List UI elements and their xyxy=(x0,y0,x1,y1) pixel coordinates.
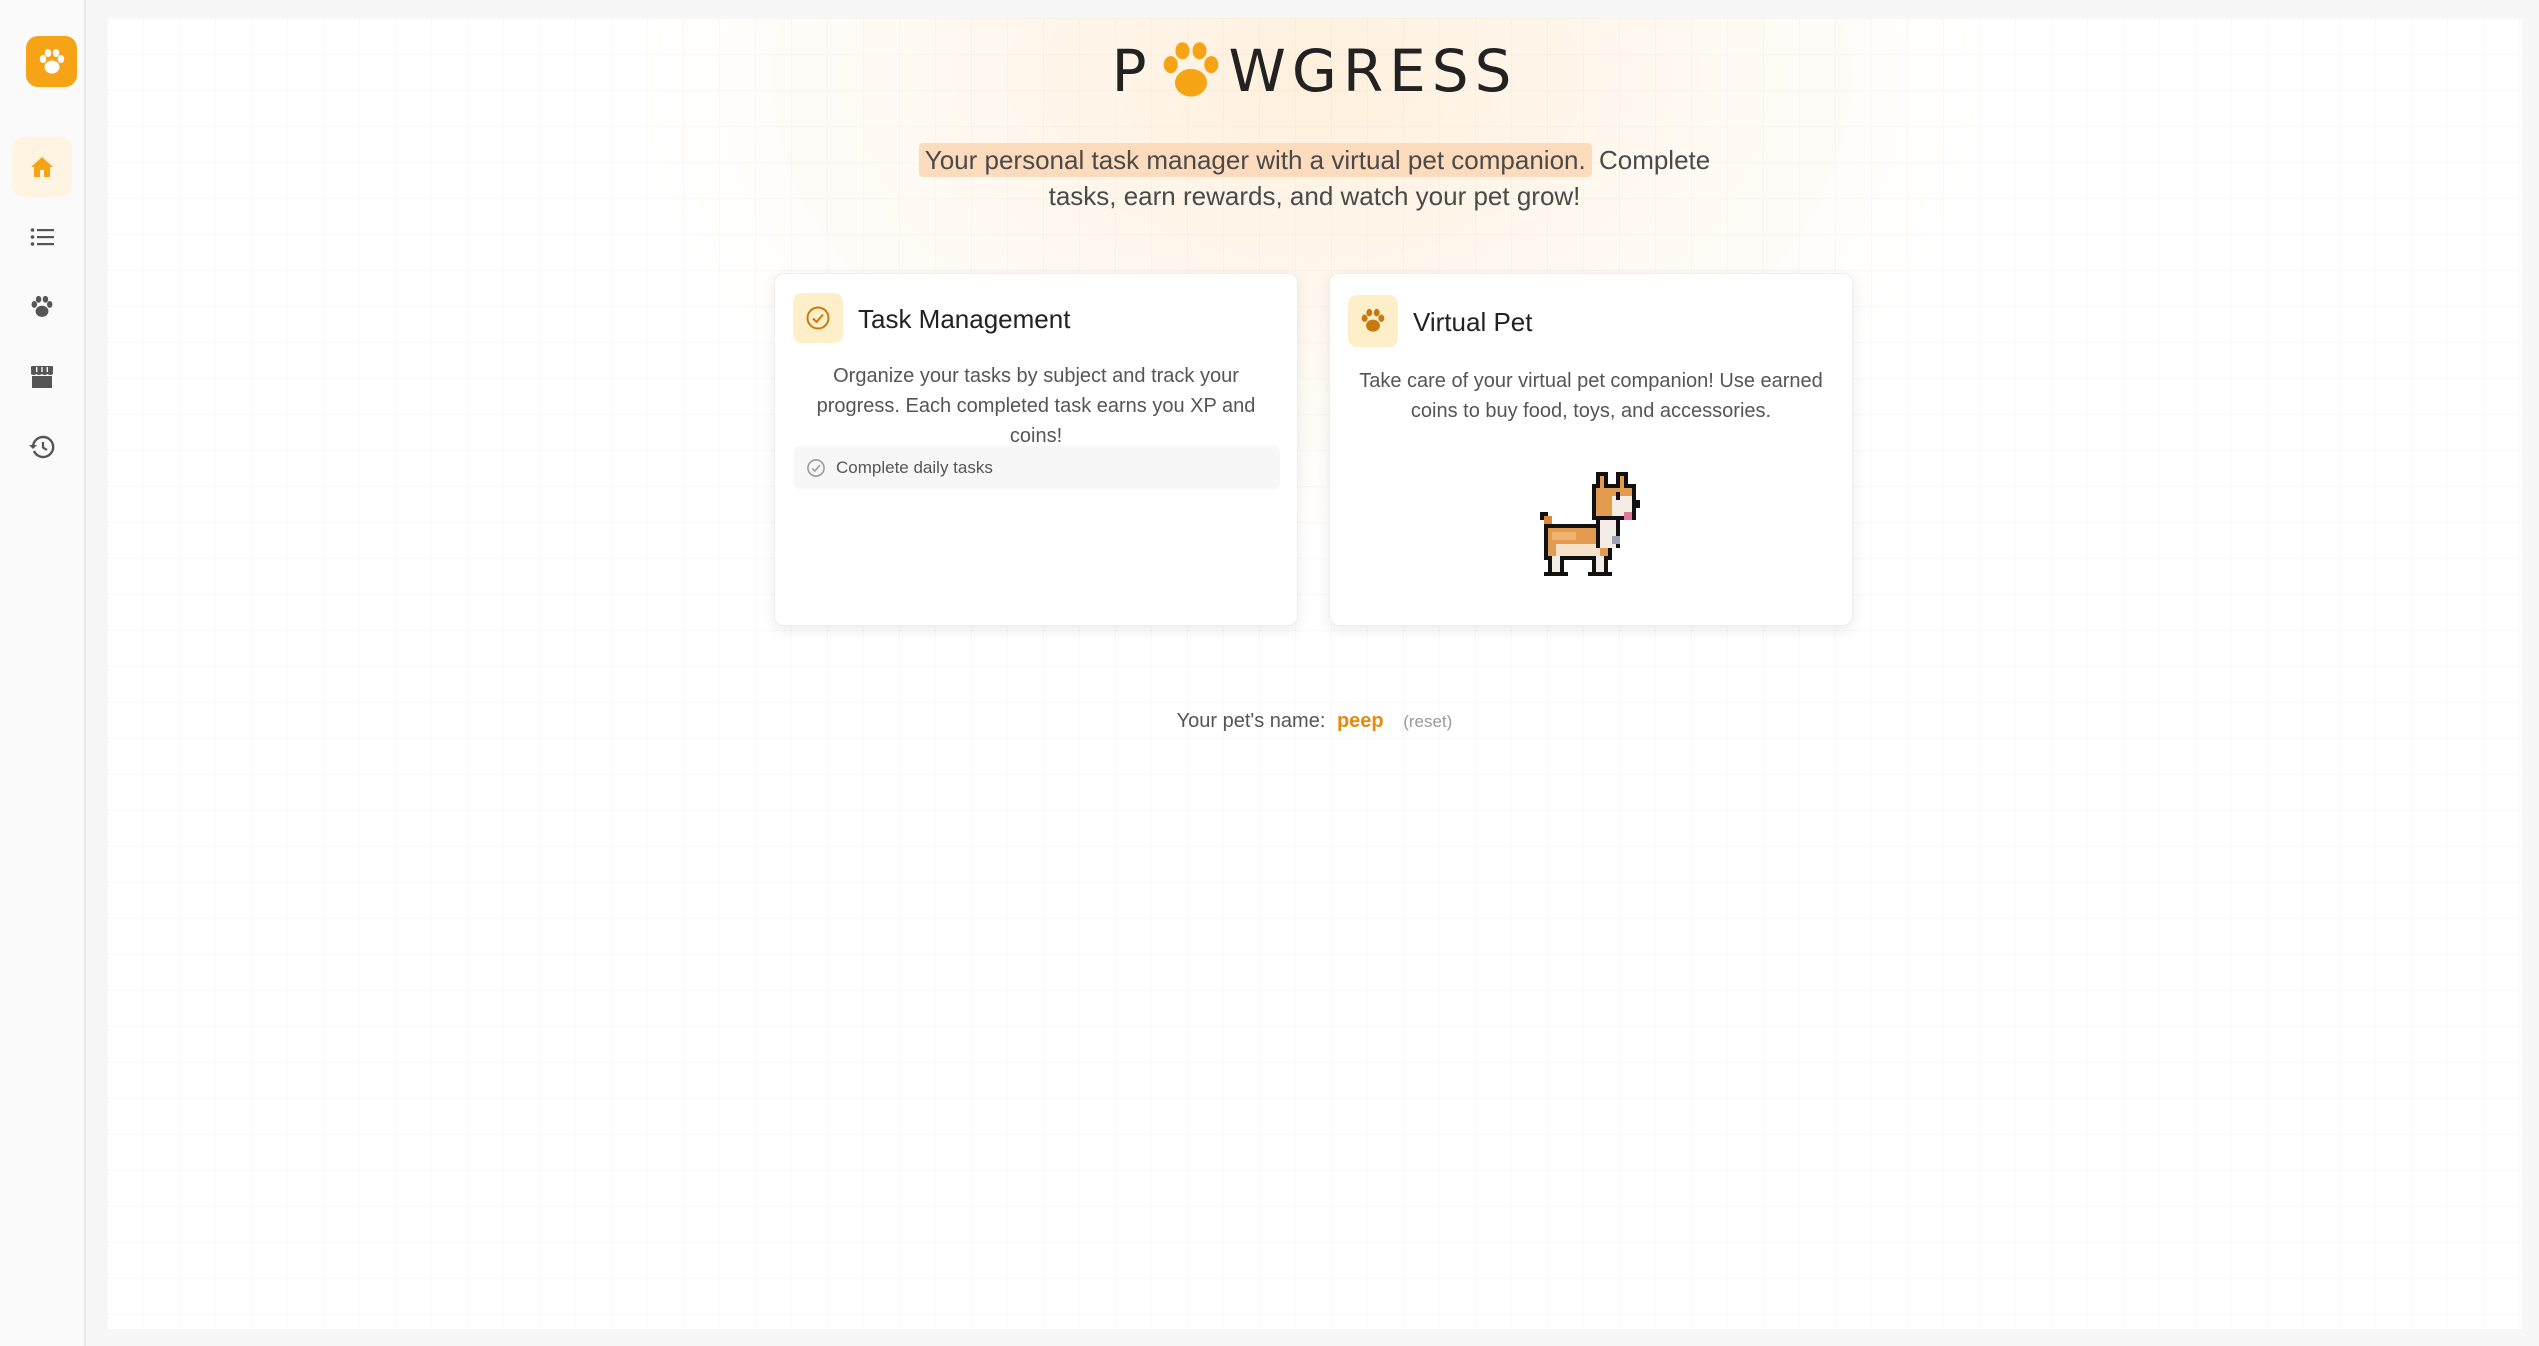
card-desc-line: Organize your tasks by subject and track… xyxy=(833,365,1239,387)
home-icon xyxy=(31,157,53,177)
nav-tasks[interactable] xyxy=(12,207,72,267)
paw-icon xyxy=(31,295,53,317)
paw-icon xyxy=(1159,41,1223,101)
tagline-highlight: Your personal task manager with a virtua… xyxy=(918,143,1592,177)
reset-link[interactable]: (reset) xyxy=(1403,712,1452,731)
brand-text-right: WGRESS xyxy=(1228,37,1518,105)
background-grid xyxy=(107,18,2522,1329)
paw-icon xyxy=(1361,308,1385,332)
task-item[interactable]: Complete daily tasks xyxy=(794,446,1280,489)
nav-history[interactable] xyxy=(12,417,72,477)
task-management-card[interactable]: Task Management Organize your tasks by s… xyxy=(774,273,1298,626)
tagline-line-2: tasks, earn rewards, and watch your pet … xyxy=(1048,181,1581,211)
sidebar xyxy=(0,0,86,1346)
card-title: Virtual Pet xyxy=(1413,307,1533,337)
check-circle-icon xyxy=(806,458,826,478)
pet-name-label: Your pet's name: xyxy=(1176,710,1326,732)
paw-icon xyxy=(39,48,64,73)
store-icon xyxy=(31,366,53,388)
brand-logo: P WGRESS xyxy=(107,36,2522,106)
tagline-rest: Complete xyxy=(1598,145,1711,175)
nav-pet[interactable] xyxy=(12,277,72,337)
card-desc-line: coins to buy food, toys, and accessories… xyxy=(1410,400,1772,422)
virtual-pet-card[interactable]: Virtual Pet Take care of your virtual pe… xyxy=(1329,273,1853,626)
card-desc-line: progress. Each completed task earns you … xyxy=(816,395,1256,447)
card-icon-box xyxy=(793,293,843,343)
pet-name-line: Your pet's name: peep (reset) xyxy=(107,710,2522,733)
card-icon-box xyxy=(1348,295,1398,347)
check-circle-icon xyxy=(806,306,830,330)
nav-home[interactable] xyxy=(12,137,72,197)
main-content: P WGRESS Your personal task manager with… xyxy=(107,18,2522,1329)
pet-name-value[interactable]: peep xyxy=(1337,710,1384,732)
card-desc-line: Take care of your virtual pet companion!… xyxy=(1359,370,1823,392)
nav-store[interactable] xyxy=(12,347,72,407)
card-description: Organize your tasks by subject and track… xyxy=(795,361,1277,451)
card-title: Task Management xyxy=(858,304,1071,334)
card-description: Take care of your virtual pet companion!… xyxy=(1350,366,1832,426)
corgi-sprite[interactable] xyxy=(1532,472,1652,589)
task-label: Complete daily tasks xyxy=(836,457,993,477)
tagline: Your personal task manager with a virtua… xyxy=(107,142,2522,214)
app-logo[interactable] xyxy=(26,36,77,87)
brand-text-left: P xyxy=(1111,37,1153,105)
list-icon xyxy=(30,228,54,246)
history-icon xyxy=(29,435,55,459)
